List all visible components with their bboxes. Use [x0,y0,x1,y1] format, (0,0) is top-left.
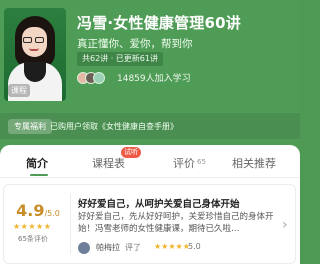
trial-badge: 试听 [121,147,141,158]
rating-count: 65条评价 [18,235,48,243]
chevron-right-icon[interactable]: › [282,217,288,233]
reviewer-avatar [78,242,90,254]
benefit-chip: 专属福利 [8,119,52,134]
learners-count: 14859人加入学习 [117,74,191,84]
rating-score: 4.9 [16,201,45,220]
review-score: 5.0 [188,242,201,251]
learner-avatars [77,72,117,84]
review-meta: 评了 [125,243,141,252]
tab-bar: 简介 课程表 试听 评价 65 相关推荐 [0,145,300,178]
cover-tag: 课程 [8,84,30,97]
learner-avatar [93,72,105,84]
rating-summary: 4.9/5.0 [12,201,64,220]
course-header: 课程 冯雪·女性健康管理60讲 真正懂你、爱你，帮到你 共62讲 · 已更新61… [0,0,300,148]
review-stars: ★★★★★ [154,242,190,251]
lesson-badge: 共62讲 · 已更新61讲 [77,52,163,66]
glasses-right [35,37,44,43]
benefit-text: 已购用户领取《女性健康自查手册》 [50,122,178,131]
content-panel: 简介 课程表 试听 评价 65 相关推荐 4.9/5.0 ★★★★★ 65条评价… [0,145,300,264]
review-title: 好好爱自己，从呵护关爱自己身体开始 [78,199,240,210]
review-card[interactable]: 4.9/5.0 ★★★★★ 65条评价 好好爱自己，从呵护关爱自己身体开始 好好… [3,184,296,264]
glasses-left [23,37,32,43]
reviewer-name: 帕梅拉 [96,243,120,252]
portrait-mouth [29,48,39,51]
course-subtitle: 真正懂你、爱你，帮到你 [77,38,193,50]
tab-underline [30,174,48,176]
reviews-count: 65 [197,158,206,166]
review-divider [70,193,71,254]
rating-scale: /5.0 [44,209,60,218]
tab-intro[interactable]: 简介 [26,155,48,171]
rating-stars: ★★★★★ [13,222,52,231]
tab-recommended[interactable]: 相关推荐 [232,155,276,171]
benefit-bar[interactable]: 专属福利 已购用户领取《女性健康自查手册》 [0,113,300,139]
course-title: 冯雪·女性健康管理60讲 [77,14,241,32]
course-cover[interactable]: 课程 [4,8,66,101]
tab-reviews[interactable]: 评价 [173,155,195,171]
tab-curriculum[interactable]: 课程表 [92,155,125,171]
review-body: 好好爱自己，先从好好呵护，关爱珍惜自己的身体开始！冯雪老师的女性健康课，期待已久… [78,212,274,234]
